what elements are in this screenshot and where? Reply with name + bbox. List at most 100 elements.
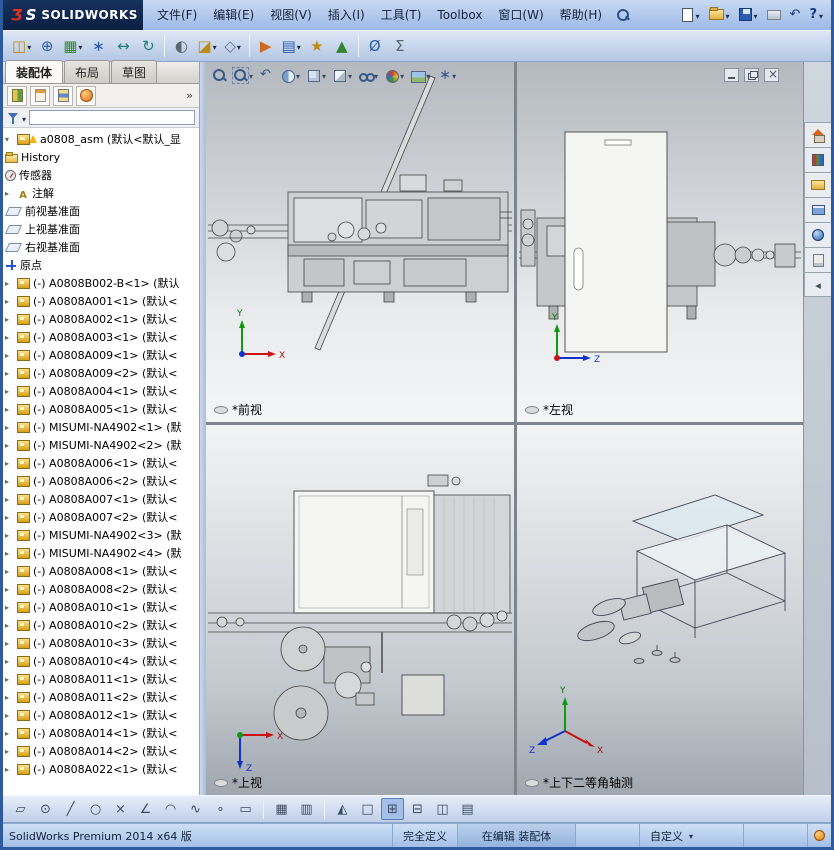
smart-dimension-icon[interactable]: ⊙ bbox=[34, 798, 57, 820]
line-icon[interactable]: ╱ bbox=[59, 798, 82, 820]
tree-item[interactable]: (-) A0808A004<1> (默认< bbox=[5, 382, 199, 400]
tree-item[interactable]: (-) A0808A011<1> (默认< bbox=[5, 670, 199, 688]
help-icon[interactable] bbox=[807, 2, 825, 27]
centerline-icon[interactable]: ∠ bbox=[134, 798, 157, 820]
expand-arrow[interactable] bbox=[5, 315, 14, 324]
linear-component-pattern-icon[interactable]: ▦ bbox=[60, 33, 85, 59]
tree-item[interactable]: History bbox=[5, 148, 199, 166]
pane-close-button[interactable] bbox=[764, 67, 779, 82]
previous-view-icon[interactable] bbox=[257, 65, 276, 85]
viewport-pane-left[interactable]: Y Z *左视 bbox=[517, 62, 803, 422]
tree-item[interactable]: (-) A0808A009<2> (默认< bbox=[5, 364, 199, 382]
tree-item[interactable]: 原点 bbox=[5, 256, 199, 274]
two-view-horizontal-icon[interactable]: ⊟ bbox=[406, 798, 429, 820]
link-views-icon[interactable]: ▤ bbox=[456, 798, 479, 820]
chevron-down-icon[interactable] bbox=[819, 8, 823, 22]
tree-item[interactable]: (-) A0808B002-B<1> (默认 bbox=[5, 274, 199, 292]
tree-item[interactable]: (-) A0808A006<2> (默认< bbox=[5, 472, 199, 490]
expand-arrow[interactable] bbox=[5, 531, 14, 540]
tree-item[interactable]: (-) A0808A010<3> (默认< bbox=[5, 634, 199, 652]
expand-arrow[interactable] bbox=[5, 657, 14, 666]
four-view-icon[interactable]: ⊞ bbox=[381, 798, 404, 820]
expand-arrow[interactable] bbox=[5, 729, 14, 738]
reference-geometry-icon[interactable]: ◇ bbox=[221, 33, 245, 59]
sketch-icon[interactable]: ▱ bbox=[9, 798, 32, 820]
menu-help[interactable]: 帮助(H) bbox=[552, 0, 610, 30]
tree-item[interactable]: 注解 bbox=[5, 184, 199, 202]
layout-tab[interactable]: 布局 bbox=[64, 60, 111, 83]
chevron-down-icon[interactable] bbox=[213, 39, 217, 53]
normal-to-icon[interactable]: ◭ bbox=[331, 798, 354, 820]
expand-arrow[interactable] bbox=[5, 135, 14, 144]
chevron-down-icon[interactable] bbox=[689, 829, 693, 842]
panel-collapse-chevron[interactable] bbox=[186, 89, 195, 102]
tree-item[interactable]: (-) A0808A009<1> (默认< bbox=[5, 346, 199, 364]
expand-arrow[interactable] bbox=[5, 459, 14, 468]
propertymanager-tab-icon[interactable] bbox=[30, 85, 50, 106]
pane-minimize-button[interactable] bbox=[724, 68, 739, 82]
new-motion-study-icon[interactable]: ▶ bbox=[254, 33, 278, 59]
chevron-down-icon[interactable] bbox=[452, 68, 456, 82]
edit-appearance-icon[interactable] bbox=[382, 65, 406, 85]
tree-item[interactable]: (-) MISUMI-NA4902<2> (默 bbox=[5, 436, 199, 454]
rotate-component-icon[interactable]: ↻ bbox=[136, 33, 160, 59]
chevron-down-icon[interactable] bbox=[249, 68, 253, 82]
expand-arrow[interactable] bbox=[5, 711, 14, 720]
expand-arrow[interactable] bbox=[5, 549, 14, 558]
expand-arrow[interactable] bbox=[5, 495, 14, 504]
tree-item[interactable]: 传感器 bbox=[5, 166, 199, 184]
chevron-down-icon[interactable] bbox=[27, 39, 31, 53]
tree-item[interactable]: (-) A0808A007<1> (默认< bbox=[5, 490, 199, 508]
expand-arrow[interactable] bbox=[5, 585, 14, 594]
tree-item[interactable]: (-) A0808A010<4> (默认< bbox=[5, 652, 199, 670]
grid-icon[interactable]: ▦ bbox=[270, 798, 293, 820]
snap-icon[interactable]: ▥ bbox=[295, 798, 318, 820]
expand-arrow[interactable] bbox=[5, 513, 14, 522]
pane-restore-button[interactable] bbox=[744, 68, 759, 82]
chevron-down-icon[interactable] bbox=[78, 39, 82, 53]
status-indicator[interactable] bbox=[807, 824, 831, 847]
rectangle-icon[interactable]: ▭ bbox=[234, 798, 257, 820]
tree-item[interactable]: (-) A0808A010<2> (默认< bbox=[5, 616, 199, 634]
custom-dropdown[interactable]: 自定义 bbox=[639, 824, 743, 847]
task-home-icon[interactable] bbox=[804, 122, 831, 147]
tree-item[interactable]: (-) A0808A008<2> (默认< bbox=[5, 580, 199, 598]
displaymanager-tab-icon[interactable] bbox=[76, 85, 96, 106]
tree-item[interactable]: 右视基准面 bbox=[4, 238, 199, 256]
menu-window[interactable]: 窗口(W) bbox=[490, 0, 551, 30]
expand-arrow[interactable] bbox=[5, 621, 14, 630]
file-explorer-icon[interactable] bbox=[804, 172, 831, 197]
expand-arrow[interactable] bbox=[5, 369, 14, 378]
view-settings-icon[interactable] bbox=[434, 65, 458, 85]
viewport-pane-isometric[interactable]: Y X Z *上下二等角轴测 bbox=[517, 425, 803, 795]
chevron-down-icon[interactable] bbox=[695, 8, 699, 22]
new-document-icon[interactable] bbox=[680, 2, 701, 27]
chevron-down-icon[interactable] bbox=[400, 68, 404, 82]
point-icon[interactable]: ∘ bbox=[209, 798, 232, 820]
expand-arrow[interactable] bbox=[5, 477, 14, 486]
chevron-down-icon[interactable] bbox=[726, 8, 730, 22]
configurationmanager-tab-icon[interactable] bbox=[53, 85, 73, 106]
appearances-icon[interactable] bbox=[804, 222, 831, 247]
exploded-view-icon[interactable]: ★ bbox=[305, 33, 329, 59]
menu-view[interactable]: 视图(V) bbox=[262, 0, 320, 30]
viewport-pane-front[interactable]: Y X *前视 bbox=[206, 62, 514, 422]
chevron-down-icon[interactable] bbox=[237, 39, 241, 53]
sketch-tab[interactable]: 草图 bbox=[111, 60, 158, 83]
menu-toolbox[interactable]: Toolbox bbox=[429, 0, 490, 30]
display-style-icon[interactable] bbox=[330, 65, 354, 85]
task-pane-collapse-icon[interactable] bbox=[804, 272, 831, 297]
view-palette-icon[interactable] bbox=[804, 197, 831, 222]
chevron-down-icon[interactable] bbox=[426, 68, 430, 82]
bill-of-materials-icon[interactable]: ▤ bbox=[279, 33, 304, 59]
expand-arrow[interactable] bbox=[5, 279, 14, 288]
section-view-icon[interactable] bbox=[278, 65, 302, 85]
tree-item[interactable]: (-) A0808A007<2> (默认< bbox=[5, 508, 199, 526]
single-view-icon[interactable]: □ bbox=[356, 798, 379, 820]
measure-icon[interactable]: Ø bbox=[363, 33, 387, 59]
arc-icon[interactable]: ◠ bbox=[159, 798, 182, 820]
expand-arrow[interactable] bbox=[5, 423, 14, 432]
save-icon[interactable] bbox=[737, 2, 760, 27]
insert-components-icon[interactable]: ◫ bbox=[9, 33, 34, 59]
tree-item[interactable]: (-) A0808A003<1> (默认< bbox=[5, 328, 199, 346]
